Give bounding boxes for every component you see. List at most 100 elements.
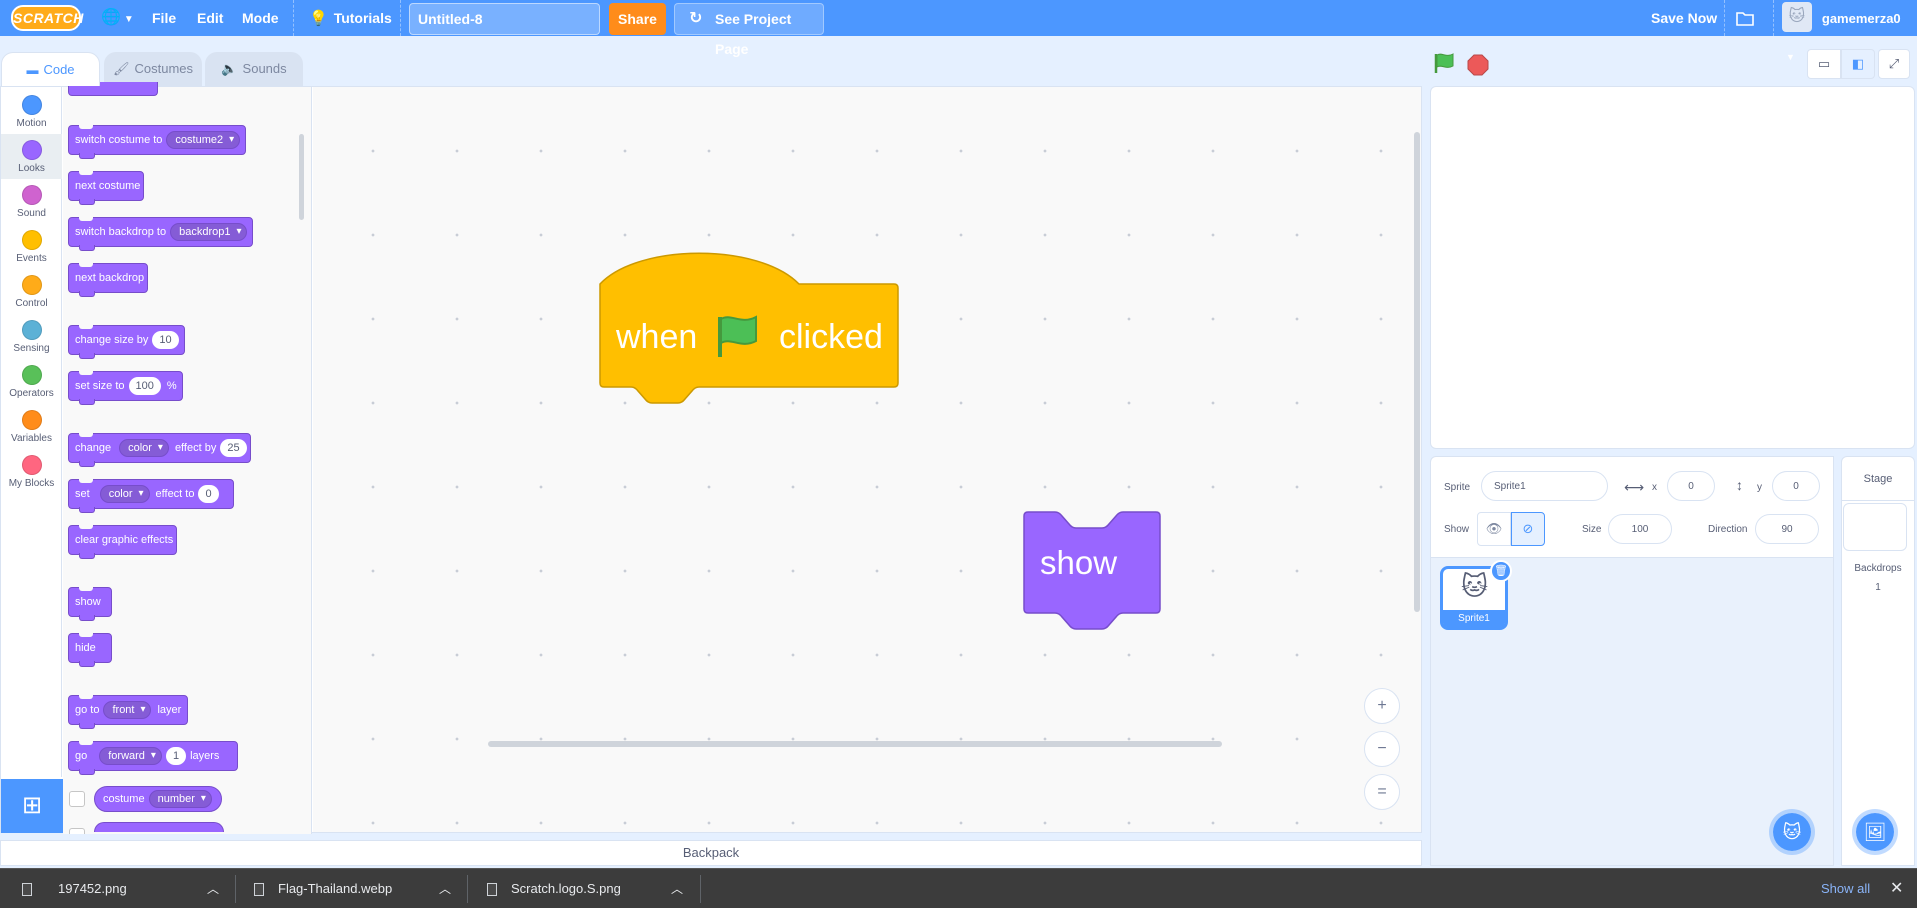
download-item[interactable]: Scratch.logo.S.png ︿ [487, 869, 687, 908]
y-input[interactable] [1772, 471, 1820, 501]
layer-dropdown[interactable]: front [103, 701, 152, 719]
add-extension-button[interactable]: ⊞ [1, 779, 63, 833]
script-canvas[interactable]: when clicked show [313, 87, 1421, 832]
language-menu[interactable]: 🌐 ▼ [101, 0, 134, 36]
when-flag-clicked-block[interactable]: when clicked [599, 251, 899, 409]
block-text: set [75, 488, 90, 500]
costume-property-dropdown[interactable]: number [148, 790, 212, 808]
category-variables[interactable]: Variables [1, 404, 62, 449]
when-label: when [616, 318, 698, 356]
remix-arrows-icon: ↻ [689, 10, 703, 27]
category-label: Events [16, 253, 47, 264]
backdrop-dropdown[interactable]: backdrop1 [170, 223, 248, 241]
fullscreen-button[interactable]: ⤢ [1878, 49, 1910, 79]
my-stuff-folder-icon[interactable] [1735, 0, 1755, 36]
category-sound[interactable]: Sound [1, 179, 62, 224]
sprite-card-name: Sprite1 [1443, 610, 1505, 627]
tab-sounds[interactable]: 🔈 Sounds [205, 52, 303, 86]
show-visible-button[interactable]: 👁 [1477, 512, 1511, 546]
download-item[interactable]: 197452.png ︿ [22, 869, 222, 908]
zoom-reset-icon: = [1377, 783, 1387, 800]
effect-step-input[interactable]: 25 [220, 439, 247, 457]
zoom-in-button[interactable]: + [1364, 688, 1400, 724]
effect-value-input[interactable]: 0 [198, 485, 219, 503]
show-all-downloads-link[interactable]: Show all [1821, 869, 1870, 908]
zoom-reset-button[interactable]: = [1364, 774, 1400, 810]
canvas-vertical-scrollbar[interactable] [1414, 132, 1420, 612]
small-stage-button[interactable]: ▭ [1807, 49, 1841, 79]
mode-menu[interactable]: Mode [242, 0, 279, 36]
category-events[interactable]: Events [1, 224, 62, 269]
palette-block-go-to-layer[interactable]: go tofront layer [68, 695, 188, 729]
palette-block-next-backdrop[interactable]: next backdrop [68, 263, 148, 297]
tutorials-button[interactable]: 💡 Tutorials [309, 0, 392, 36]
green-flag-button[interactable] [1433, 52, 1455, 74]
palette-reporter-costume[interactable]: costume number [94, 786, 222, 812]
save-now-button[interactable]: Save Now [1651, 0, 1717, 36]
palette-reporter-partial[interactable] [94, 822, 224, 832]
effect-dropdown[interactable]: color [99, 485, 150, 503]
share-button[interactable]: Share [609, 3, 666, 35]
size-input[interactable] [1608, 514, 1672, 544]
category-sensing[interactable]: Sensing [1, 314, 62, 359]
category-motion[interactable]: Motion [1, 89, 62, 134]
choose-backdrop-button[interactable]: 🖼 [1852, 809, 1898, 855]
show-hidden-button[interactable]: ⊘ [1511, 512, 1545, 546]
backpack-bar[interactable]: Backpack [0, 840, 1422, 866]
palette-block-hide[interactable]: hide [68, 633, 112, 667]
file-menu[interactable]: File [152, 0, 176, 36]
backdrops-label: Backdrops [1854, 563, 1902, 574]
palette-block-change-effect[interactable]: change color effect by25 [68, 433, 251, 467]
close-icon[interactable]: ✕ [1890, 869, 1903, 908]
edit-menu[interactable]: Edit [197, 0, 223, 36]
tab-code[interactable]: ▬ Code [1, 52, 100, 86]
zoom-out-button[interactable]: − [1364, 731, 1400, 767]
category-operators[interactable]: Operators [1, 359, 62, 404]
choose-sprite-button[interactable]: 🐱 [1769, 809, 1815, 855]
palette-block-clear-effects[interactable]: clear graphic effects [68, 525, 177, 559]
size-step-input[interactable]: 10 [152, 331, 179, 349]
chevron-up-icon[interactable]: ︿ [671, 869, 683, 908]
tab-costumes[interactable]: 🖌 Costumes [104, 52, 202, 86]
reporter-checkbox-partial[interactable] [69, 828, 85, 834]
see-project-page-button[interactable]: ↻ See Project Page [674, 3, 824, 57]
x-label: x [1652, 482, 1657, 493]
scratch-logo[interactable]: SCRATCH [11, 5, 83, 31]
category-looks[interactable]: Looks [1, 134, 62, 179]
palette-block-switch-backdrop[interactable]: switch backdrop to backdrop1 [68, 217, 253, 251]
palette-scrollbar[interactable] [299, 134, 304, 220]
palette-block-change-size[interactable]: change size by 10 [68, 325, 185, 359]
costume-dropdown[interactable]: costume2 [166, 131, 241, 149]
x-input[interactable] [1667, 471, 1715, 501]
show-block[interactable]: show [1023, 511, 1161, 631]
chevron-up-icon[interactable]: ︿ [207, 869, 219, 908]
category-control[interactable]: Control [1, 269, 62, 314]
account-menu[interactable]: 🐱 gamemerza0 ▼ [1782, 0, 1917, 62]
costume-reporter-checkbox[interactable] [69, 791, 85, 807]
palette-block-show[interactable]: show [68, 587, 112, 621]
effect-dropdown[interactable]: color [119, 439, 169, 457]
category-label: Control [15, 298, 48, 309]
size-value-input[interactable]: 100 [128, 377, 161, 395]
project-title-input[interactable] [409, 3, 600, 35]
sprite-name-input[interactable] [1481, 471, 1608, 501]
category-my-blocks[interactable]: My Blocks [1, 449, 62, 494]
palette-block-go-layers[interactable]: go forward1layers [68, 741, 238, 775]
direction-dropdown[interactable]: forward [99, 747, 162, 765]
chevron-up-icon[interactable]: ︿ [439, 869, 451, 908]
chevron-down-icon: ▼ [123, 14, 134, 25]
normal-stage-button[interactable]: ◧ [1841, 49, 1875, 79]
layers-step-input[interactable]: 1 [165, 747, 187, 765]
delete-sprite-button[interactable]: 🗑 [1490, 560, 1512, 582]
username: gamemerza0 [1821, 11, 1901, 26]
palette-block-next-costume[interactable]: next costume [68, 171, 144, 205]
stage-thumbnail[interactable] [1843, 503, 1907, 551]
direction-input[interactable] [1755, 514, 1819, 544]
palette-block-set-size[interactable]: set size to 100% [68, 371, 183, 405]
stop-button[interactable] [1467, 54, 1489, 76]
palette-block-set-effect[interactable]: set color effect to0 [68, 479, 234, 513]
canvas-horizontal-scrollbar[interactable] [488, 741, 1222, 747]
palette-block-switch-costume[interactable]: switch costume to costume2 [68, 125, 246, 159]
download-item[interactable]: Flag-Thailand.webp ︿ [254, 869, 454, 908]
stage-canvas[interactable] [1430, 86, 1915, 449]
